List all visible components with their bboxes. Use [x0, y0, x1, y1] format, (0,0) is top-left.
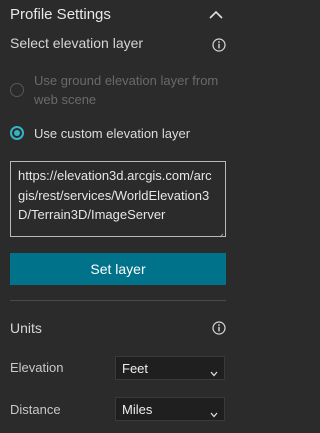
panel-title: Profile Settings [10, 6, 111, 23]
elevation-layer-label: Select elevation layer [10, 35, 144, 51]
ground-elevation-radio[interactable] [10, 83, 24, 97]
chevron-down-icon [210, 406, 218, 418]
info-icon[interactable] [212, 38, 226, 52]
custom-elevation-option-label: Use custom elevation layer [34, 126, 191, 141]
panel-header: Profile Settings [0, 0, 245, 30]
resize-handle-icon[interactable] [216, 227, 224, 236]
ground-elevation-option[interactable]: Use ground elevation layer from web scen… [10, 71, 235, 109]
distance-unit-label: Distance [10, 402, 61, 417]
elevation-unit-select[interactable]: Feet [115, 356, 225, 380]
chevron-down-icon [210, 365, 218, 377]
elevation-url-textarea[interactable]: https://elevation3d.arcgis.com/arcgis/re… [10, 161, 226, 237]
custom-elevation-radio[interactable] [10, 126, 24, 140]
set-layer-button[interactable]: Set layer [10, 253, 226, 285]
ground-elevation-option-label: Use ground elevation layer from web scen… [34, 73, 219, 107]
divider [10, 300, 226, 301]
elevation-unit-label: Elevation [10, 360, 64, 375]
custom-elevation-option[interactable]: Use custom elevation layer [10, 124, 235, 144]
elevation-url-text: https://elevation3d.arcgis.com/arcgis/re… [18, 168, 212, 222]
distance-unit-select[interactable]: Miles [115, 397, 225, 421]
profile-settings-panel: Profile Settings Select elevation layer … [0, 0, 245, 433]
chevron-up-icon[interactable] [207, 6, 225, 24]
distance-unit-value: Miles [122, 402, 153, 417]
info-icon[interactable] [212, 321, 226, 335]
units-label: Units [10, 320, 42, 336]
elevation-unit-value: Feet [122, 361, 149, 376]
